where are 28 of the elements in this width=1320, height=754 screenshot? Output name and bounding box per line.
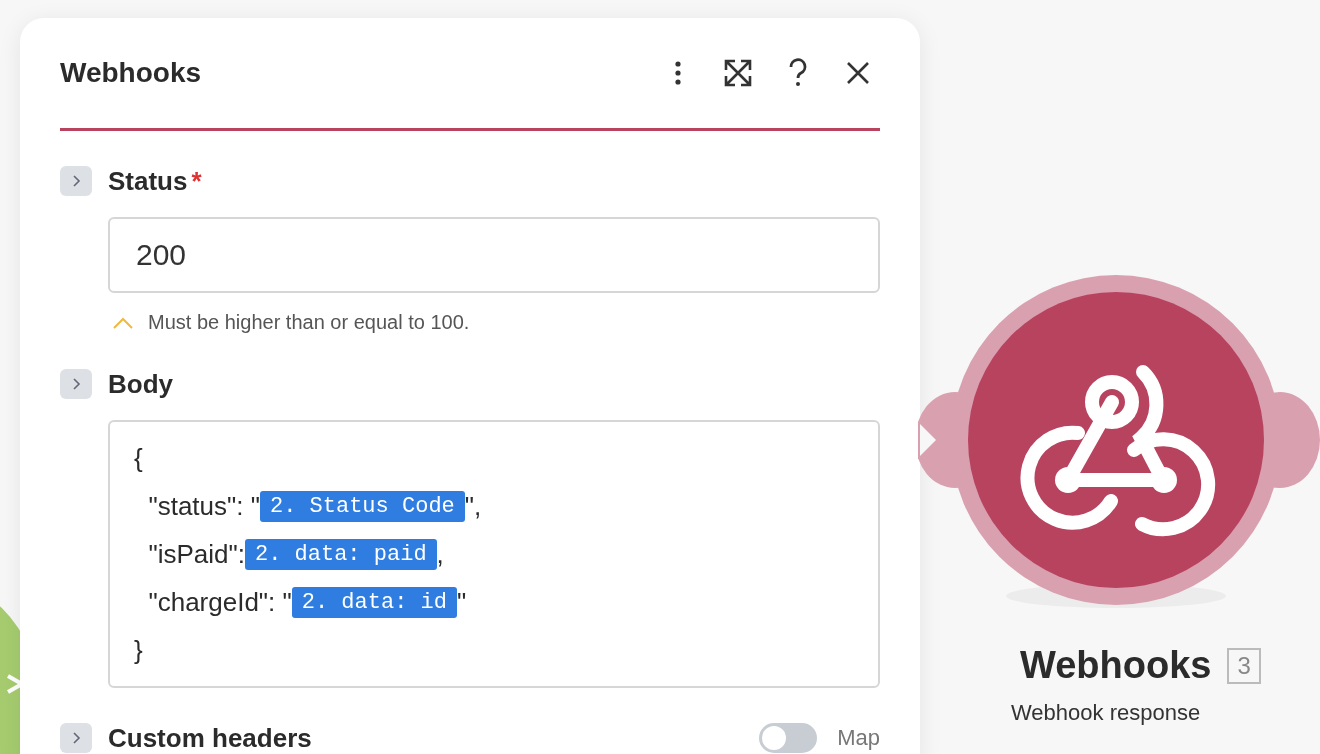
code-editor[interactable]: { "status": " 2. Status Code ", "isPaid": 2. data: paid , "chargeId": " 2. data: id " }	[108, 420, 880, 688]
code-text: "isPaid":	[147, 538, 245, 570]
caret-up-icon	[112, 316, 134, 329]
expand-button[interactable]	[60, 166, 92, 196]
code-text: "chargeId": "	[147, 586, 292, 618]
code-text: ",	[464, 490, 482, 522]
expand-button[interactable]	[60, 723, 92, 753]
node-subtitle: Webhook response	[1011, 700, 1201, 726]
code-text: ,	[436, 538, 444, 570]
field-label: Body	[108, 368, 173, 400]
code-text: }	[134, 634, 143, 666]
variable-token[interactable]: 2. data: id	[291, 586, 457, 618]
hint-text: Must be higher than or equal to 100.	[148, 311, 470, 334]
variable-token[interactable]: 2. Status Code	[259, 490, 465, 522]
field-label: Custom headers	[108, 722, 312, 754]
field-label: Status	[108, 165, 188, 197]
code-text: "status": "	[147, 490, 260, 522]
toggle-label: Map	[837, 725, 880, 751]
node-number: 3	[1227, 647, 1261, 684]
variable-token[interactable]: 2. data: paid	[244, 538, 437, 570]
panel-title: Webhooks	[60, 57, 203, 89]
code-text: {	[134, 442, 143, 474]
map-toggle[interactable]	[759, 723, 818, 753]
status-field[interactable]: 200	[108, 217, 880, 293]
required-mark: *	[191, 165, 202, 197]
expand-button[interactable]	[60, 369, 92, 399]
code-text: "	[457, 586, 467, 618]
node-title: Webhooks	[1020, 644, 1212, 687]
